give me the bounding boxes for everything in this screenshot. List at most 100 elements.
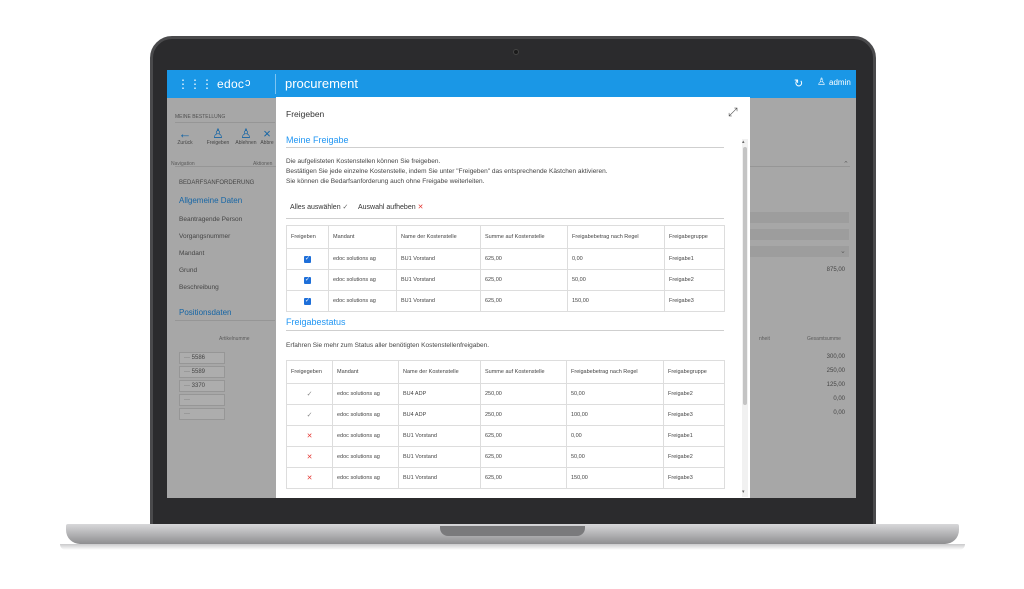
cost-center-cell: BU1 Vorstand [398,467,481,489]
cost-center-cell: BU1 Vorstand [396,269,481,291]
rule-amount-cell: 50,00 [566,446,664,468]
close-icon: ✕ [306,433,313,440]
mandant-cell: edoc solutions ag [332,446,399,468]
refresh-icon[interactable]: ↻ [794,77,803,90]
dialog-title: Freigeben [286,109,325,119]
user-icon[interactable]: ♙ [817,77,826,88]
table-row: ✕ edoc solutions ag BU1 Vorstand 625,00 … [286,467,725,489]
group-cell: Freigabe2 [663,383,725,405]
status-cell: ✓ [286,404,333,426]
table-row: ✕ edoc solutions ag BU1 Vorstand 625,00 … [286,446,725,468]
status-cell: ✕ [286,425,333,447]
mandant-cell: edoc solutions ag [332,425,399,447]
column-header: Freigabegruppe [663,360,725,384]
status-cell: ✕ [286,467,333,489]
mandant-cell: edoc solutions ag [328,248,397,270]
column-header: Freigabegruppe [664,225,725,249]
mandant-cell: edoc solutions ag [332,383,399,405]
status-cell: ✓ [286,383,333,405]
table-header-row: Freigegeben Mandant Name der Kostenstell… [286,360,725,384]
sum-cell: 250,00 [480,383,567,405]
mandant-cell: edoc solutions ag [332,467,399,489]
column-header: Freigeben [286,225,329,249]
approve-cell: ✓ [286,269,329,291]
group-cell: Freigabe3 [663,467,725,489]
close-icon: ✕ [306,454,313,461]
intro-text: Bestätigen Sie jede einzelne Kostenstell… [286,168,608,175]
sum-cell: 625,00 [480,446,567,468]
sum-cell: 625,00 [480,290,568,312]
divider [286,218,724,219]
cost-center-cell: BU4 ADP [398,404,481,426]
group-cell: Freigabe2 [664,269,725,291]
close-icon: ✕ [306,475,313,482]
divider [286,147,724,148]
my-approval-heading: Meine Freigabe [286,135,349,145]
table-row: ✓ edoc solutions ag BU1 Vorstand 625,00 … [286,269,725,291]
rule-amount-cell: 150,00 [567,290,665,312]
approve-checkbox[interactable]: ✓ [304,255,311,263]
column-header: Name der Kostenstelle [398,360,481,384]
laptop-frame: ⋮⋮⋮ edoc ↄ procurement ↻ ♙ admin MEINE B… [0,0,1024,589]
select-all-label: Alles auswählen [290,204,341,211]
approve-checkbox[interactable]: ✓ [304,276,311,284]
select-all-button[interactable]: Alles auswählen ✓ [290,203,348,211]
deselect-all-label: Auswahl aufheben [358,204,416,211]
check-icon: ✓ [342,204,349,211]
mandant-cell: edoc solutions ag [328,269,397,291]
table-row: ✓ edoc solutions ag BU1 Vorstand 625,00 … [286,248,725,270]
app-name: procurement [285,76,358,91]
group-cell: Freigabe3 [664,290,725,312]
scroll-up-icon[interactable]: ▴ [742,139,745,145]
group-cell: Freigabe1 [663,425,725,447]
group-cell: Freigabe3 [663,404,725,426]
laptop-notch [440,526,585,536]
cost-center-cell: BU1 Vorstand [396,248,481,270]
cost-center-cell: BU1 Vorstand [398,425,481,447]
close-icon: ✕ [417,204,424,211]
table-row: ✕ edoc solutions ag BU1 Vorstand 625,00 … [286,425,725,447]
intro-text: Sie können die Bedarfsanforderung auch o… [286,178,485,185]
brand-logo[interactable]: edoc [217,77,244,91]
table-row: ✓ edoc solutions ag BU1 Vorstand 625,00 … [286,290,725,312]
rule-amount-cell: 150,00 [566,467,664,489]
column-header: Mandant [328,225,397,249]
brand-logo-mark: ↄ [245,77,251,89]
check-icon: ✓ [306,412,313,419]
column-header: Freigegeben [286,360,333,384]
expand-icon[interactable]: ⤢ [728,105,738,120]
sum-cell: 625,00 [480,269,568,291]
rule-amount-cell: 0,00 [566,425,664,447]
table-header-row: Freigeben Mandant Name der Kostenstelle … [286,225,725,249]
column-header: Summe auf Kostenstelle [480,225,568,249]
sum-cell: 625,00 [480,248,568,270]
rule-amount-cell: 100,00 [566,404,664,426]
column-header: Name der Kostenstelle [396,225,481,249]
group-cell: Freigabe2 [663,446,725,468]
status-intro-text: Erfahren Sie mehr zum Status aller benöt… [286,342,490,349]
sum-cell: 250,00 [480,404,567,426]
status-cell: ✕ [286,446,333,468]
grid-icon[interactable]: ⋮⋮⋮ [177,78,213,90]
laptop-shadow [60,544,965,550]
user-name[interactable]: admin [829,78,851,87]
deselect-all-button[interactable]: Auswahl aufheben ✕ [358,203,423,211]
check-icon: ✓ [306,391,313,398]
scroll-down-icon[interactable]: ▾ [742,489,745,495]
camera [513,49,519,55]
approve-cell: ✓ [286,248,329,270]
approval-dialog: Freigeben ⤢ Meine Freigabe Die aufgelist… [276,97,750,498]
intro-text: Die aufgelisteten Kostenstellen können S… [286,158,441,165]
table-row: ✓ edoc solutions ag BU4 ADP 250,00 100,0… [286,404,725,426]
scrollbar-thumb[interactable] [743,147,747,405]
divider [275,74,276,94]
cost-center-cell: BU4 ADP [398,383,481,405]
column-header: Freigabebetrag nach Regel [566,360,664,384]
column-header: Summe auf Kostenstelle [480,360,567,384]
approval-status-heading: Freigabestatus [286,317,346,327]
approve-checkbox[interactable]: ✓ [304,297,311,305]
cost-center-cell: BU1 Vorstand [398,446,481,468]
column-header: Mandant [332,360,399,384]
approval-status-table: Freigegeben Mandant Name der Kostenstell… [286,360,725,489]
mandant-cell: edoc solutions ag [332,404,399,426]
